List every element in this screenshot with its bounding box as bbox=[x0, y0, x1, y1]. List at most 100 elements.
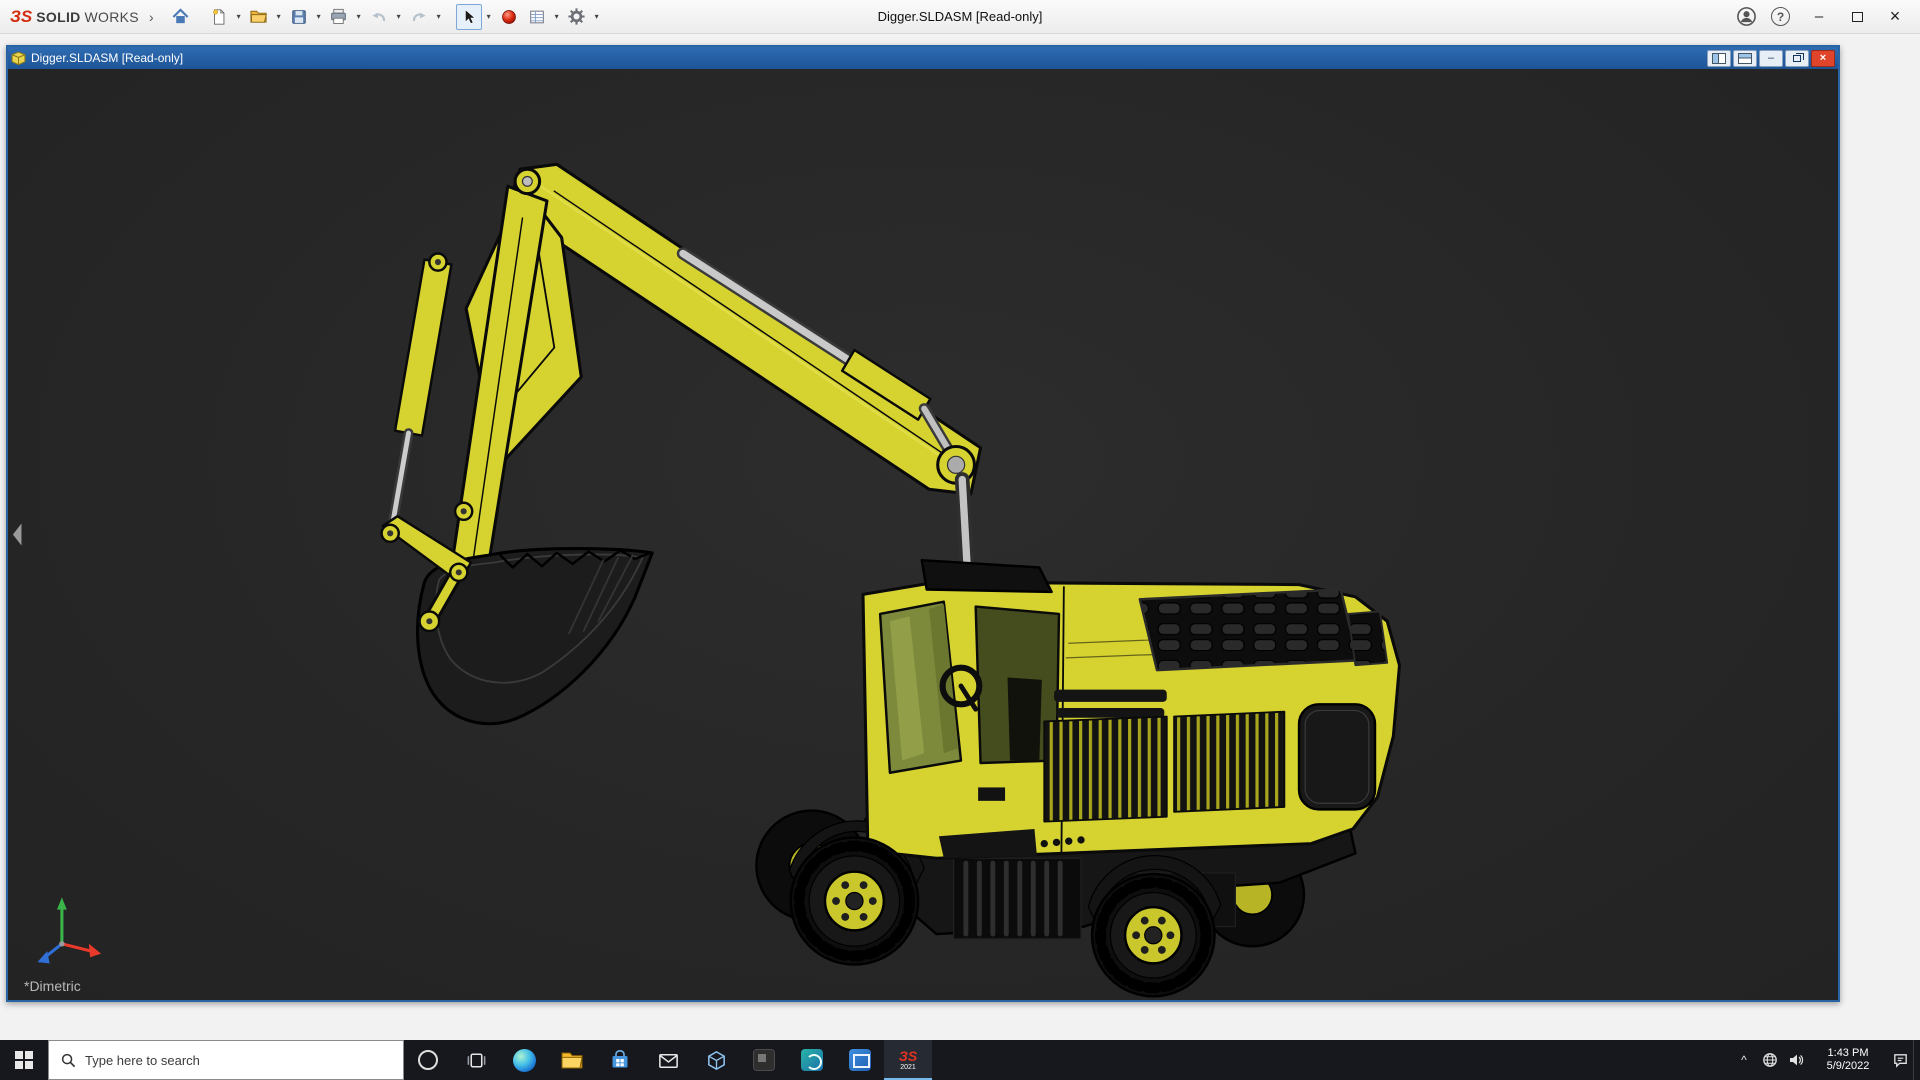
brand-works: WORKS bbox=[84, 8, 139, 25]
taskbar-icon-edrawings[interactable] bbox=[788, 1040, 836, 1080]
redo-button[interactable] bbox=[406, 4, 432, 30]
new-document-dropdown[interactable]: ▾ bbox=[234, 12, 244, 21]
store-icon bbox=[612, 1050, 628, 1068]
select-dropdown[interactable]: ▾ bbox=[484, 12, 494, 21]
options-button[interactable] bbox=[564, 4, 590, 30]
composer-icon bbox=[849, 1049, 871, 1071]
print-dropdown[interactable]: ▾ bbox=[354, 12, 364, 21]
task-view-button[interactable] bbox=[452, 1040, 500, 1080]
side-grille-right bbox=[1173, 710, 1286, 813]
ds-logo-mark: ЗS bbox=[10, 6, 33, 26]
volume-button[interactable] bbox=[1783, 1040, 1809, 1080]
document-titlebar[interactable]: Digger.SLDASM [Read-only] – × bbox=[8, 47, 1838, 69]
search-input[interactable] bbox=[85, 1052, 365, 1068]
app-close-button[interactable]: × bbox=[1876, 0, 1914, 34]
cortana-button[interactable] bbox=[404, 1040, 452, 1080]
doc-restore-button[interactable] bbox=[1785, 49, 1809, 67]
3d-scene[interactable] bbox=[8, 69, 1838, 1000]
cortana-icon bbox=[418, 1050, 438, 1070]
app-minimize-button[interactable]: – bbox=[1800, 0, 1838, 34]
action-center-icon bbox=[1893, 1053, 1907, 1068]
maximize-icon bbox=[1851, 11, 1863, 22]
network-button[interactable] bbox=[1757, 1040, 1783, 1080]
pane-layout-button-1[interactable] bbox=[1707, 49, 1731, 67]
document-title: Digger.SLDASM [Read-only] bbox=[31, 51, 184, 65]
app-maximize-button[interactable] bbox=[1838, 0, 1876, 34]
system-tray: ^ 1:43 PM 5/9/2022 bbox=[1731, 1040, 1920, 1080]
sphere-tool-button[interactable] bbox=[496, 4, 522, 30]
screen: ЗS SOLID WORKS › ▾ ▾ ▾ ▾ ▾ ▾ ▾ ▾ ▾ Digge… bbox=[0, 0, 1920, 1080]
open-folder-icon bbox=[250, 10, 268, 23]
sw-logo-mark: ЗS bbox=[898, 1048, 918, 1064]
save-button[interactable] bbox=[286, 4, 312, 30]
pin-cylinder-top-center bbox=[434, 258, 442, 266]
taskbar-icon-file-explorer[interactable] bbox=[548, 1040, 596, 1080]
excavator-model bbox=[380, 162, 1402, 998]
operator-seat bbox=[1007, 677, 1042, 761]
open-button[interactable] bbox=[246, 4, 272, 30]
home-button[interactable] bbox=[168, 4, 194, 30]
taskbar-icon-store[interactable] bbox=[596, 1040, 644, 1080]
gear-icon bbox=[568, 8, 585, 25]
menu-expand-chevron-icon[interactable]: › bbox=[149, 9, 154, 25]
document-window: Digger.SLDASM [Read-only] – × *Dimetric bbox=[6, 45, 1840, 1002]
dark-app-icon bbox=[753, 1049, 775, 1071]
boom-edge-line bbox=[553, 190, 957, 464]
undo-button[interactable] bbox=[366, 4, 392, 30]
pane-layout-button-2[interactable] bbox=[1733, 49, 1757, 67]
sw-year-badge: 2021 bbox=[900, 1064, 916, 1071]
undo-icon bbox=[371, 12, 385, 21]
solidworks-logo: ЗS SOLID WORKS bbox=[10, 7, 139, 27]
user-account-button[interactable] bbox=[1731, 0, 1761, 34]
undo-dropdown[interactable]: ▾ bbox=[394, 12, 404, 21]
taskbar-icon-3d-viewer[interactable] bbox=[692, 1040, 740, 1080]
drawing-sheet-dropdown[interactable]: ▾ bbox=[552, 12, 562, 21]
taskbar-clock[interactable]: 1:43 PM 5/9/2022 bbox=[1809, 1047, 1887, 1073]
doc-minimize-button[interactable]: – bbox=[1759, 49, 1783, 67]
panel-collapse-arrow[interactable] bbox=[12, 523, 22, 546]
print-button[interactable] bbox=[326, 4, 352, 30]
hidden-icons-button[interactable]: ^ bbox=[1731, 1040, 1757, 1080]
door-handle bbox=[978, 787, 1006, 801]
clock-time: 1:43 PM bbox=[1827, 1047, 1869, 1059]
rear-wheel bbox=[1090, 872, 1216, 998]
save-dropdown[interactable]: ▾ bbox=[314, 12, 324, 21]
boom-highlight bbox=[535, 182, 941, 457]
vent-strip-2 bbox=[1056, 707, 1165, 718]
side-vent bbox=[1347, 610, 1389, 667]
edge-icon bbox=[512, 1048, 536, 1072]
red-sphere-icon bbox=[501, 9, 516, 24]
taskbar-icon-dark-app[interactable] bbox=[740, 1040, 788, 1080]
redo-dropdown[interactable]: ▾ bbox=[434, 12, 444, 21]
drawing-sheet-button[interactable] bbox=[524, 4, 550, 30]
taskbar-icon-mail[interactable] bbox=[644, 1040, 692, 1080]
open-dropdown[interactable]: ▾ bbox=[274, 12, 284, 21]
titlebar-right-controls: ? – × bbox=[1731, 0, 1914, 34]
select-cursor-icon bbox=[464, 8, 476, 24]
restore-icon bbox=[1793, 52, 1804, 62]
action-center-button[interactable] bbox=[1887, 1040, 1913, 1080]
edrawings-icon bbox=[801, 1049, 823, 1071]
document-window-controls: – × bbox=[1707, 49, 1835, 67]
drawing-sheet-icon bbox=[529, 10, 544, 23]
assembly-document-icon bbox=[11, 50, 26, 65]
app-titlebar: ЗS SOLID WORKS › ▾ ▾ ▾ ▾ ▾ ▾ ▾ ▾ ▾ Digge… bbox=[0, 0, 1920, 34]
select-tool-button[interactable] bbox=[455, 3, 482, 30]
help-button[interactable]: ? bbox=[1771, 7, 1790, 26]
taskbar-icon-edge[interactable] bbox=[500, 1040, 548, 1080]
app-window-title: Digger.SLDASM [Read-only] bbox=[877, 9, 1043, 24]
taskbar-icon-composer[interactable] bbox=[836, 1040, 884, 1080]
show-desktop-button[interactable] bbox=[1913, 1040, 1920, 1080]
taskbar-search[interactable] bbox=[48, 1040, 404, 1080]
doc-close-button[interactable]: × bbox=[1811, 49, 1835, 67]
taskbar-icon-solidworks[interactable]: ЗS 2021 bbox=[884, 1040, 932, 1080]
graphics-viewport[interactable]: *Dimetric bbox=[8, 69, 1838, 1000]
clock-date: 5/9/2022 bbox=[1826, 1060, 1870, 1072]
options-dropdown[interactable]: ▾ bbox=[592, 12, 602, 21]
new-document-button[interactable] bbox=[206, 4, 232, 30]
brand-solid: SOLID bbox=[36, 8, 81, 25]
volume-icon bbox=[1790, 1054, 1804, 1066]
view-orientation-label: *Dimetric bbox=[24, 978, 81, 994]
engine-grille bbox=[1138, 588, 1360, 672]
start-button[interactable] bbox=[0, 1040, 48, 1080]
